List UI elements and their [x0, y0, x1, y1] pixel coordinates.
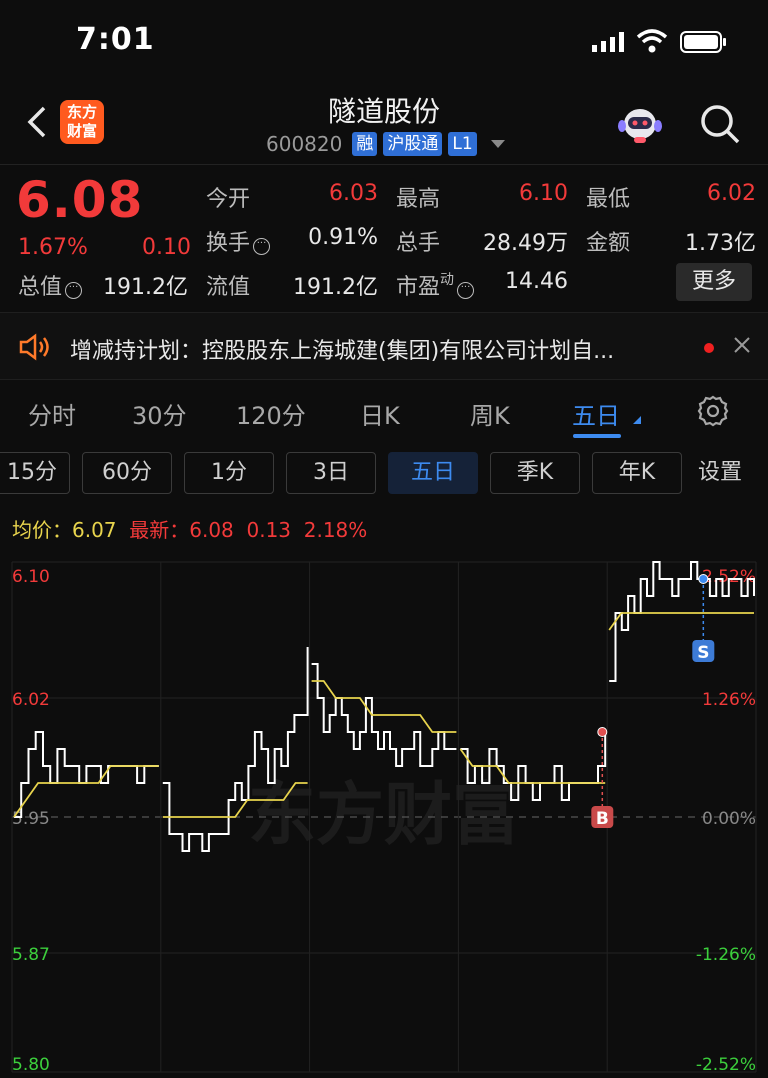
margin-tag: 融	[352, 132, 378, 156]
gear-icon[interactable]	[696, 394, 730, 428]
low-label: 最低	[586, 187, 631, 212]
signal-icon	[592, 32, 624, 52]
amount-label: 金额	[586, 231, 631, 256]
active-tab-indicator	[573, 434, 621, 438]
pe-label[interactable]: 市盈动 ···	[396, 269, 475, 301]
robot-assistant-icon[interactable]	[616, 100, 664, 148]
latest-value: 6.08	[189, 518, 234, 542]
search-icon[interactable]	[698, 102, 742, 146]
notice-bar[interactable]: 增减持计划：控股股东上海城建(集团)有限公司计划自...	[0, 312, 768, 380]
latest-label: 最新：	[129, 518, 190, 542]
tab-minute[interactable]: 分时	[28, 396, 76, 431]
level-tag: L1	[448, 132, 477, 156]
y-axis-left-tick: 5.87	[12, 945, 50, 965]
chart-canvas[interactable]: 东方财富6.10 2.52%6.02 1.26%5.95 0.00%5.87 -1.26…	[0, 548, 768, 1078]
sell-marker-dot	[698, 574, 709, 584]
avg-line-day-5	[608, 612, 754, 631]
latest-change: 0.13	[246, 518, 292, 542]
quote-panel: 6.08 1.67% 0.10 今开 6.03 最高 6.10 最低 6.02 …	[0, 164, 768, 312]
connect-tag: 沪股通	[383, 132, 443, 156]
subtab-3day[interactable]: 3日	[286, 452, 376, 494]
high-value: 6.10	[519, 181, 568, 206]
sell-marker-label: S	[697, 643, 709, 663]
last-price: 6.08	[16, 171, 144, 229]
y-axis-right-tick: 1.26%	[702, 690, 756, 710]
nav-bar: 东方 财富 隧道股份 600820 融 沪股通 L1	[0, 84, 768, 162]
high-label: 最高	[396, 187, 441, 212]
volume-label: 总手	[396, 231, 441, 256]
more-button[interactable]: 更多	[676, 263, 752, 301]
subtab-60min[interactable]: 60分	[82, 452, 172, 494]
info-icon: ···	[457, 282, 475, 299]
stock-code-row[interactable]: 600820 融 沪股通 L1	[266, 132, 505, 156]
subtab-five-day[interactable]: 五日	[388, 452, 478, 494]
status-time: 7:01	[76, 22, 155, 57]
latest-percent: 2.18%	[303, 518, 368, 542]
y-axis-left-tick: 5.80	[12, 1055, 50, 1075]
price-line-day-1	[14, 731, 159, 818]
dropdown-triangle-icon[interactable]	[633, 416, 641, 424]
pe-value: 14.46	[505, 269, 568, 294]
info-icon: ···	[65, 282, 83, 299]
volume-value: 28.49万	[483, 231, 568, 256]
period-tabs: 分时 30分 120分 日K 周K 五日	[0, 382, 768, 442]
sub-period-tabs: 15分 60分 1分 3日 五日 季K 年K 设置	[0, 452, 768, 496]
close-icon[interactable]	[732, 335, 752, 355]
wifi-icon	[636, 29, 668, 53]
buy-marker-dot	[597, 727, 608, 737]
stock-code: 600820	[266, 132, 343, 156]
y-axis-left-tick: 6.10	[12, 567, 50, 587]
tab-five-day[interactable]: 五日	[572, 396, 620, 431]
info-icon: ···	[253, 238, 271, 255]
subtab-15min[interactable]: 15分	[0, 452, 70, 494]
subtab-quarter-k[interactable]: 季K	[490, 452, 580, 494]
avg-price-label: 均价：	[12, 518, 72, 542]
float-cap-label: 流值	[206, 275, 251, 300]
change-percent: 1.67%	[18, 235, 88, 260]
turnover-value: 0.91%	[308, 225, 378, 250]
y-axis-right-tick: 0.00%	[702, 809, 756, 829]
notice-text[interactable]: 增减持计划：控股股东上海城建(集团)有限公司计划自...	[70, 333, 690, 365]
float-cap-value: 191.2亿	[293, 275, 378, 300]
y-axis-right-tick: -2.52%	[696, 1055, 756, 1075]
mktcap-value: 191.2亿	[103, 275, 188, 300]
tab-30min[interactable]: 30分	[132, 396, 187, 431]
amount-value: 1.73亿	[685, 231, 756, 256]
change-amount: 0.10	[142, 235, 191, 260]
open-value: 6.03	[329, 181, 378, 206]
five-day-chart[interactable]: 东方财富 6.10 2.52% 6.02 1.26% 5.95 0.00% 5.87 -1.26…	[0, 548, 768, 1078]
tab-weekly-k[interactable]: 周K	[470, 396, 510, 431]
mktcap-label[interactable]: 总值 ···	[18, 269, 83, 301]
speaker-icon	[19, 333, 49, 361]
battery-icon	[680, 31, 726, 53]
tab-120min[interactable]: 120分	[236, 396, 306, 431]
tab-daily-k[interactable]: 日K	[360, 396, 400, 431]
subtab-settings[interactable]: 设置	[698, 452, 742, 494]
avg-price-value: 6.07	[72, 518, 117, 542]
y-axis-left-tick: 6.02	[12, 690, 50, 710]
subtab-1min[interactable]: 1分	[184, 452, 274, 494]
status-bar: 7:01	[0, 0, 768, 84]
avg-line-day-3	[311, 680, 457, 733]
y-axis-right-tick: -1.26%	[696, 945, 756, 965]
turnover-label[interactable]: 换手 ···	[206, 225, 271, 257]
low-value: 6.02	[707, 181, 756, 206]
subtab-year-k[interactable]: 年K	[592, 452, 682, 494]
watermark: 东方财富	[248, 776, 520, 855]
price-line-day-5	[609, 561, 755, 682]
open-label: 今开	[206, 187, 251, 212]
buy-marker-label: B	[596, 809, 609, 829]
chart-legend: 均价：6.07 最新：6.08 0.13 2.18%	[12, 514, 367, 543]
chevron-down-icon[interactable]	[490, 140, 505, 148]
unread-dot	[704, 343, 714, 353]
